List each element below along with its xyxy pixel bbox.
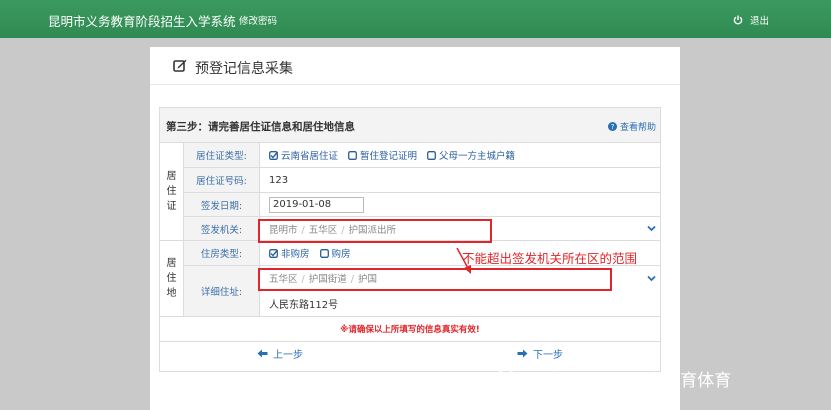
option-label: 暂住登记证明: [360, 151, 418, 162]
permit-type-label: 居住证类型:: [184, 143, 260, 167]
next-step-label: 下一步: [533, 350, 563, 361]
question-icon: ?: [608, 122, 617, 131]
step-bar: 第三步：请完善居住证信息和居住地信息 ? 查看帮助: [160, 108, 660, 143]
annotation-text: 不能超出签发机关所在区的范围: [462, 251, 638, 266]
help-link[interactable]: ? 查看帮助: [608, 120, 656, 133]
main-panel: 预登记信息采集 第三步：请完善居住证信息和居住地信息 ? 查看帮助 居 住 证 …: [150, 47, 680, 410]
arrow-left-icon: [257, 349, 268, 358]
permit-number-value[interactable]: 123: [261, 168, 660, 192]
edit-icon: [173, 59, 187, 72]
chevron-down-icon[interactable]: [647, 225, 656, 232]
prev-step-button[interactable]: 上一步: [257, 346, 303, 361]
unchecked-icon: [427, 150, 436, 160]
annotation-box-issuer: [258, 219, 492, 243]
permit-option-yunnan[interactable]: 云南省居住证: [269, 148, 338, 162]
group-char: 住: [166, 273, 177, 284]
page-title: 预登记信息采集: [195, 61, 293, 77]
row-permit-number: 居住证号码: 123: [184, 168, 660, 193]
option-label: 购房: [331, 249, 351, 260]
power-icon: [733, 15, 743, 25]
watermark-text: 公众号 · 昆明西山教育体育: [528, 371, 732, 391]
housing-option-non-purchase[interactable]: 非购房: [269, 246, 310, 260]
arrow-right-icon: [517, 349, 528, 358]
svg-text:?: ?: [611, 122, 615, 131]
page-header: 预登记信息采集: [150, 47, 680, 85]
logout-button[interactable]: 退出: [733, 13, 769, 27]
row-issue-date: 签发日期:: [184, 193, 660, 217]
logout-label: 退出: [750, 16, 770, 27]
step-title: 第三步：请完善居住证信息和居住地信息: [166, 121, 355, 133]
prev-step-label: 上一步: [273, 350, 303, 361]
system-title: 昆明市义务教育阶段招生入学系统: [48, 14, 236, 29]
issue-date-label: 签发日期:: [184, 193, 260, 216]
annotation-box-address: [258, 268, 612, 291]
change-password-link[interactable]: 修改密码: [239, 13, 277, 27]
notice-text: ※请确保以上所填写的信息真实有效!: [160, 317, 660, 342]
permit-option-parent-household[interactable]: 父母一方主城户籍: [427, 148, 515, 162]
housing-option-purchase[interactable]: 购房: [319, 246, 351, 260]
help-label: 查看帮助: [620, 123, 657, 133]
unchecked-icon: [348, 150, 357, 160]
address-label: 详细住址:: [184, 266, 260, 316]
row-permit-type: 居住证类型: 云南省居住证 暂住登记证明 父母一方主城户籍: [184, 143, 660, 168]
watermark: 公众号 · 昆明西山教育体育: [497, 366, 731, 391]
issue-date-cell: [261, 193, 660, 216]
annotation-arrow-icon: [456, 247, 471, 274]
address-detail[interactable]: 人民东路112号: [269, 296, 338, 311]
option-label: 父母一方主城户籍: [439, 151, 516, 162]
issue-date-input[interactable]: [269, 196, 364, 213]
chevron-down-icon[interactable]: [647, 275, 656, 282]
permit-type-options: 云南省居住证 暂住登记证明 父母一方主城户籍: [261, 143, 660, 167]
housing-type-label: 住房类型:: [184, 241, 260, 265]
group-label-residence: 居 住 地: [160, 241, 184, 317]
next-step-button[interactable]: 下一步: [517, 346, 563, 361]
group-char: 居: [166, 171, 177, 182]
group-char: 证: [166, 201, 177, 212]
unchecked-icon: [319, 248, 329, 258]
top-bar: 昆明市义务教育阶段招生入学系统 修改密码 退出: [0, 0, 831, 38]
group-label-residence-permit: 居 住 证: [160, 143, 184, 241]
option-label: 非购房: [281, 249, 310, 260]
checked-icon: [269, 150, 278, 160]
issuer-label: 签发机关:: [184, 217, 260, 240]
group-char: 居: [166, 258, 177, 269]
permit-number-label: 居住证号码:: [184, 168, 260, 192]
permit-option-temporary[interactable]: 暂住登记证明: [348, 148, 417, 162]
wechat-icon: [497, 368, 521, 388]
option-label: 云南省居住证: [281, 151, 339, 162]
checked-icon: [269, 248, 278, 258]
group-char: 地: [166, 288, 177, 299]
group-char: 住: [166, 186, 177, 197]
